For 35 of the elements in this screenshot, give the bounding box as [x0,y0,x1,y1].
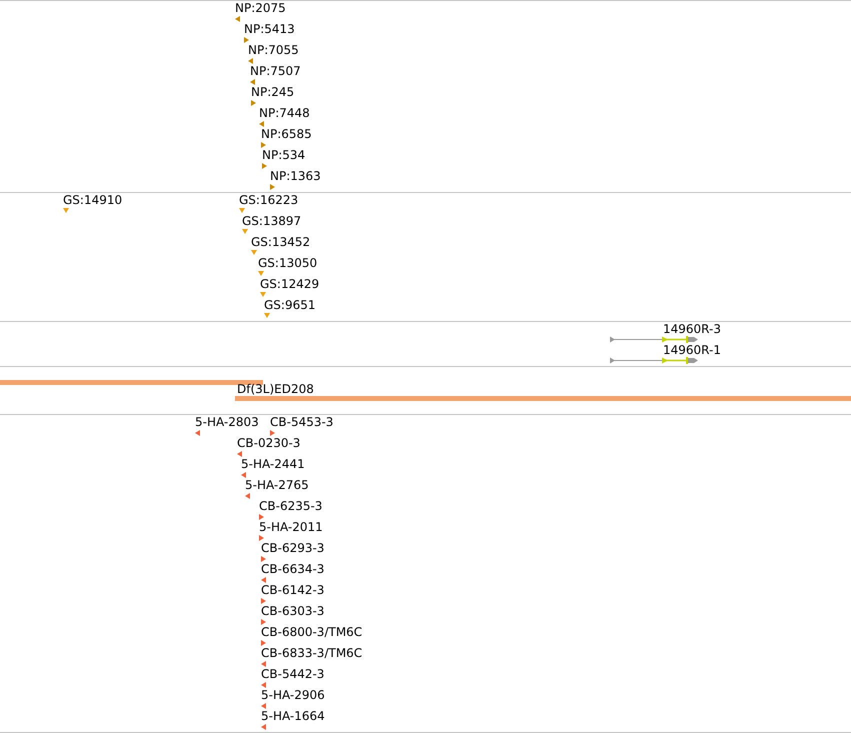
feature-label: CB-0230-3 [237,437,300,450]
feature-label: GS:12429 [260,278,320,291]
feature-label: CB-6142-3 [261,584,324,597]
feature-label: NP:7055 [248,44,299,57]
feature-label: GS:13452 [251,236,310,249]
feature-label: CB-6634-3 [261,563,324,576]
feature-label: NP:5413 [244,23,295,36]
feature-label: CB-6293-3 [261,542,324,555]
feature-label: CB-6235-3 [259,500,322,513]
feature-label: 5-HA-1664 [261,710,325,723]
feature-label: CB-5442-3 [261,668,324,681]
transcript-label: 14960R-3 [663,323,721,336]
feature-label: CB-5453-3 [270,416,334,429]
feature-label: NP:1363 [270,170,321,183]
transcript-label: 14960R-1 [663,344,721,357]
feature-label: 5-HA-2765 [245,479,309,492]
feature-label: 5-HA-2803 [195,416,259,429]
feature-label: GS:13897 [242,215,302,228]
feature-label: NP:245 [251,86,294,99]
feature-label: 5-HA-2441 [241,458,305,471]
feature-label: GS:14910 [63,194,122,207]
feature-label: CB-6303-3 [261,605,324,618]
feature-label: GS:16223 [239,194,298,207]
feature-label: NP:7448 [259,107,310,120]
feature-label: GS:9651 [264,299,316,312]
feature-label: GS:13050 [258,257,318,270]
feature-label: 5-HA-2011 [259,521,323,534]
feature-label: 5-HA-2906 [261,689,325,702]
deficiency-label: Df(3L)ED208 [237,383,314,396]
feature-label: CB-6833-3/TM6C [261,647,362,660]
feature-label: NP:6585 [261,128,312,141]
feature-label: NP:2075 [235,2,286,15]
feature-label: CB-6800-3/TM6C [261,626,362,639]
feature-label: NP:534 [262,149,306,162]
feature-label: NP:7507 [250,65,301,78]
